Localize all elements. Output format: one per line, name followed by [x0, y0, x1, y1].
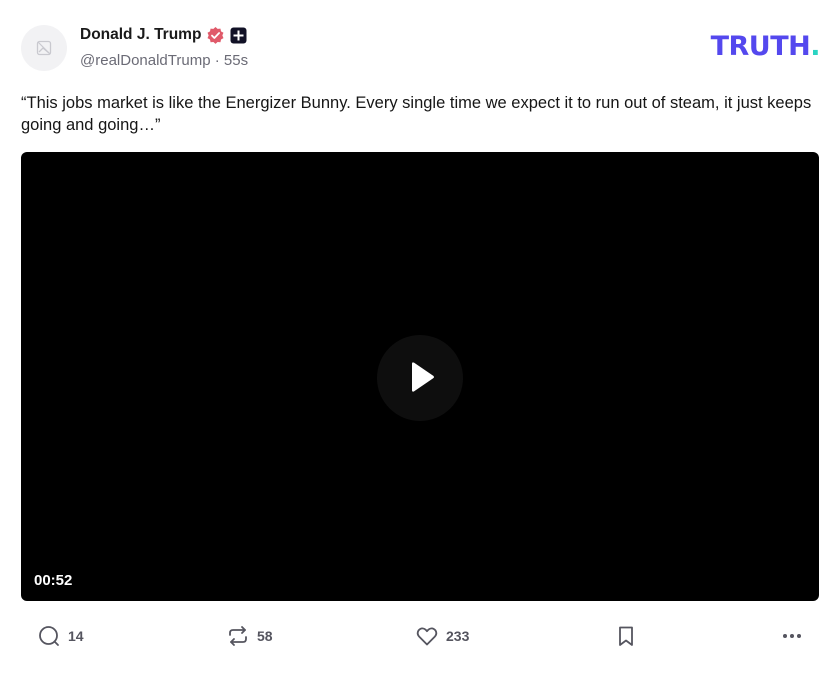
reply-button[interactable]: 14 — [37, 620, 84, 652]
image-placeholder-icon — [36, 40, 52, 56]
reply-icon — [39, 626, 59, 646]
plus-badge-icon — [230, 27, 247, 44]
author-name-row: Donald J. Trump — [80, 25, 247, 45]
verified-badge-icon — [206, 26, 225, 45]
logo-dot: . — [810, 31, 820, 62]
like-icon — [416, 627, 438, 646]
avatar[interactable] — [21, 25, 67, 71]
play-button[interactable] — [377, 335, 463, 421]
reply-count: 14 — [68, 628, 84, 644]
like-button[interactable]: 233 — [415, 620, 469, 652]
author-meta: @realDonaldTrump · 55s — [80, 52, 248, 69]
more-icon — [783, 634, 801, 638]
retruth-count: 58 — [257, 628, 273, 644]
truth-post: Donald J. Trump @realDonaldTrump · 55s T… — [0, 0, 840, 674]
bookmark-button[interactable] — [614, 620, 638, 652]
truth-logo: TRUTH. — [710, 31, 821, 62]
post-text: “This jobs market is like the Energizer … — [21, 94, 812, 134]
retruth-icon — [229, 626, 247, 646]
author-handle[interactable]: @realDonaldTrump — [80, 52, 211, 69]
meta-separator: · — [214, 52, 220, 69]
post-actions: 14 58 233 — [0, 620, 840, 652]
video-player[interactable]: 00:52 — [21, 152, 819, 601]
author-display-name[interactable]: Donald J. Trump — [80, 26, 201, 44]
logo-text: TRUTH — [710, 31, 811, 62]
like-count: 233 — [446, 628, 470, 644]
play-icon — [412, 362, 434, 392]
bookmark-icon — [619, 626, 633, 646]
retruth-button[interactable]: 58 — [226, 620, 273, 652]
more-options-button[interactable] — [780, 620, 804, 652]
video-duration: 00:52 — [34, 572, 73, 589]
post-timestamp[interactable]: 55s — [224, 52, 248, 69]
